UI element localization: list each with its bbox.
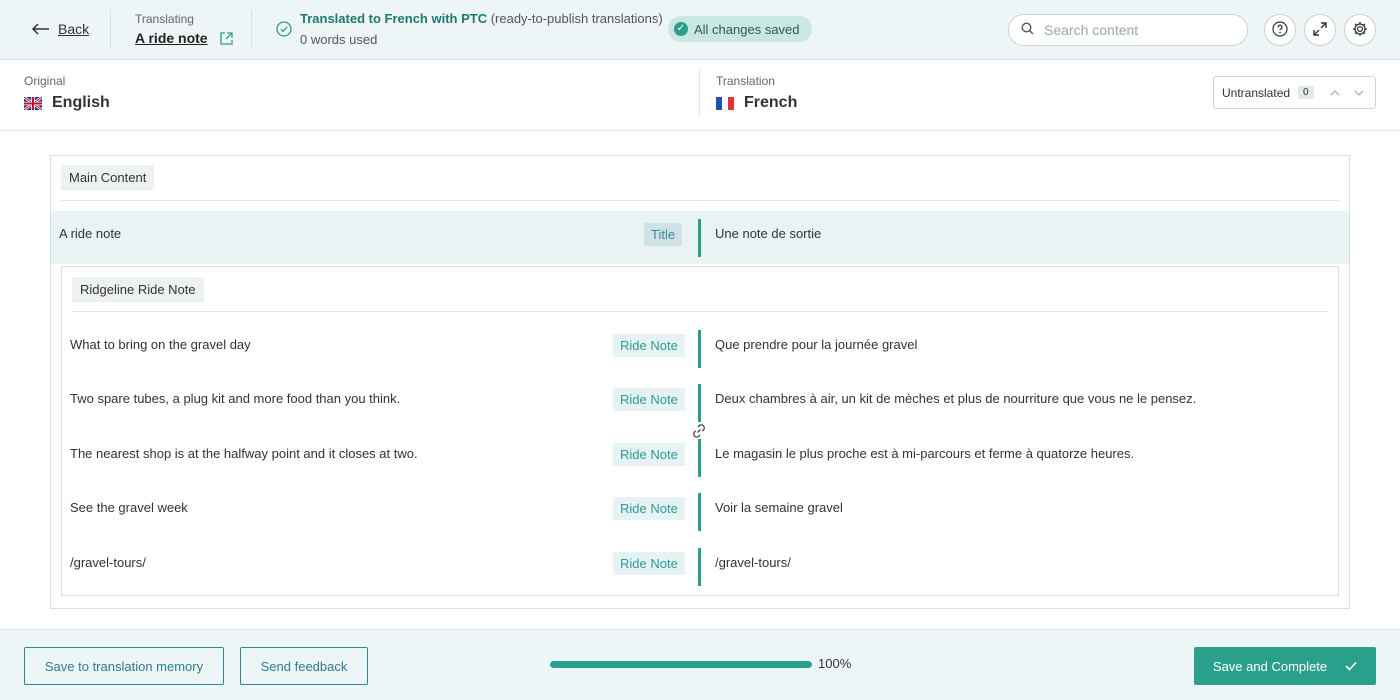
row-translation[interactable]: Que prendre pour la journée gravel — [715, 337, 917, 352]
translation-label: Translation — [716, 74, 775, 88]
field-type-badge: Ride Note — [613, 552, 685, 575]
translated-indicator — [698, 493, 701, 531]
footer-bar: Save to translation memory Send feedback… — [0, 629, 1400, 700]
back-label: Back — [58, 21, 90, 37]
fullscreen-button[interactable] — [1304, 14, 1336, 46]
translating-info: Translating A ride note — [135, 12, 233, 46]
check-icon: ✓ — [674, 22, 688, 36]
field-type-badge: Ride Note — [613, 497, 685, 520]
check-circle-icon — [276, 21, 292, 47]
untranslated-filter[interactable]: Untranslated 0 — [1213, 76, 1376, 109]
gear-icon — [1352, 21, 1368, 40]
translated-indicator — [698, 439, 701, 477]
top-bar: Back Translating A ride note Translated … — [0, 0, 1400, 60]
external-link-icon[interactable] — [219, 31, 233, 45]
chevron-down-icon — [1354, 90, 1364, 96]
row-translation[interactable]: Voir la semaine gravel — [715, 500, 843, 515]
original-language: Original English — [23, 74, 110, 112]
send-feedback-button[interactable]: Send feedback — [240, 647, 368, 685]
document-link[interactable]: A ride note — [135, 30, 208, 46]
saved-badge: ✓ All changes saved — [668, 16, 812, 42]
save-and-complete-label: Save and Complete — [1212, 658, 1328, 674]
row-original: The nearest shop is at the halfway point… — [70, 446, 418, 461]
save-to-memory-button[interactable]: Save to translation memory — [24, 647, 224, 685]
field-type-badge: Ride Note — [613, 388, 685, 411]
row-original: See the gravel week — [70, 500, 188, 515]
expand-icon — [1312, 21, 1328, 40]
row-translation[interactable]: Le magasin le plus proche est à mi-parco… — [715, 446, 1134, 461]
field-type-badge: Ride Note — [613, 443, 685, 466]
row-translation[interactable]: /gravel-tours/ — [715, 555, 791, 570]
chevron-up-icon — [1330, 90, 1340, 96]
words-used: 0 words used — [300, 32, 378, 47]
back-button[interactable]: Back — [31, 20, 90, 38]
row-original: /gravel-tours/ — [70, 555, 146, 570]
original-language-name: English — [52, 94, 110, 111]
search-input[interactable] — [1044, 22, 1224, 38]
arrow-left-icon — [31, 20, 50, 38]
help-button[interactable] — [1264, 14, 1296, 46]
progress-fill — [550, 661, 812, 668]
help-icon — [1272, 20, 1288, 40]
language-header: Original English Translation French Untr… — [0, 60, 1400, 131]
progress-percent: 100% — [818, 656, 852, 671]
divider — [72, 311, 1328, 312]
original-label: Original — [24, 74, 66, 88]
title-original: A ride note — [59, 226, 122, 241]
divider — [110, 10, 111, 48]
row-original: Two spare tubes, a plug kit and more foo… — [70, 391, 401, 406]
field-type-badge: Title — [644, 223, 683, 246]
row-original: What to bring on the gravel day — [70, 337, 251, 352]
divider — [251, 10, 252, 48]
untranslated-count: 0 — [1298, 86, 1314, 99]
uk-flag-icon — [23, 95, 43, 111]
filter-label: Untranslated — [1222, 85, 1291, 100]
status-title: Translated to French with PTC — [300, 11, 488, 26]
divider — [61, 200, 1339, 201]
settings-button[interactable] — [1344, 14, 1376, 46]
translated-indicator — [698, 548, 701, 586]
divider — [699, 70, 700, 116]
search-icon — [1021, 22, 1034, 38]
translation-language: Translation French — [716, 74, 797, 112]
section-tag: Main Content — [61, 165, 155, 190]
title-translation[interactable]: Une note de sortie — [715, 226, 821, 241]
translation-status: Translated to French with PTC (ready-to-… — [276, 11, 663, 47]
translated-indicator — [698, 330, 701, 368]
translated-indicator — [698, 384, 701, 422]
progress-bar — [550, 661, 812, 668]
translating-label: Translating — [135, 12, 194, 26]
group-tag: Ridgeline Ride Note — [72, 277, 204, 302]
check-icon — [1345, 659, 1357, 674]
search-box — [1008, 14, 1248, 46]
next-untranslated-button[interactable] — [1348, 82, 1370, 104]
row-translation[interactable]: Deux chambres à air, un kit de mèches et… — [715, 391, 1196, 406]
translated-indicator — [698, 219, 701, 257]
translation-language-name: French — [744, 94, 798, 111]
status-note: (ready-to-publish translations) — [490, 11, 663, 26]
save-and-complete-button[interactable]: Save and Complete — [1194, 647, 1376, 685]
field-type-badge: Ride Note — [613, 334, 685, 357]
french-flag-icon — [716, 96, 734, 110]
previous-untranslated-button[interactable] — [1324, 82, 1346, 104]
saved-badge-label: All changes saved — [694, 21, 800, 37]
